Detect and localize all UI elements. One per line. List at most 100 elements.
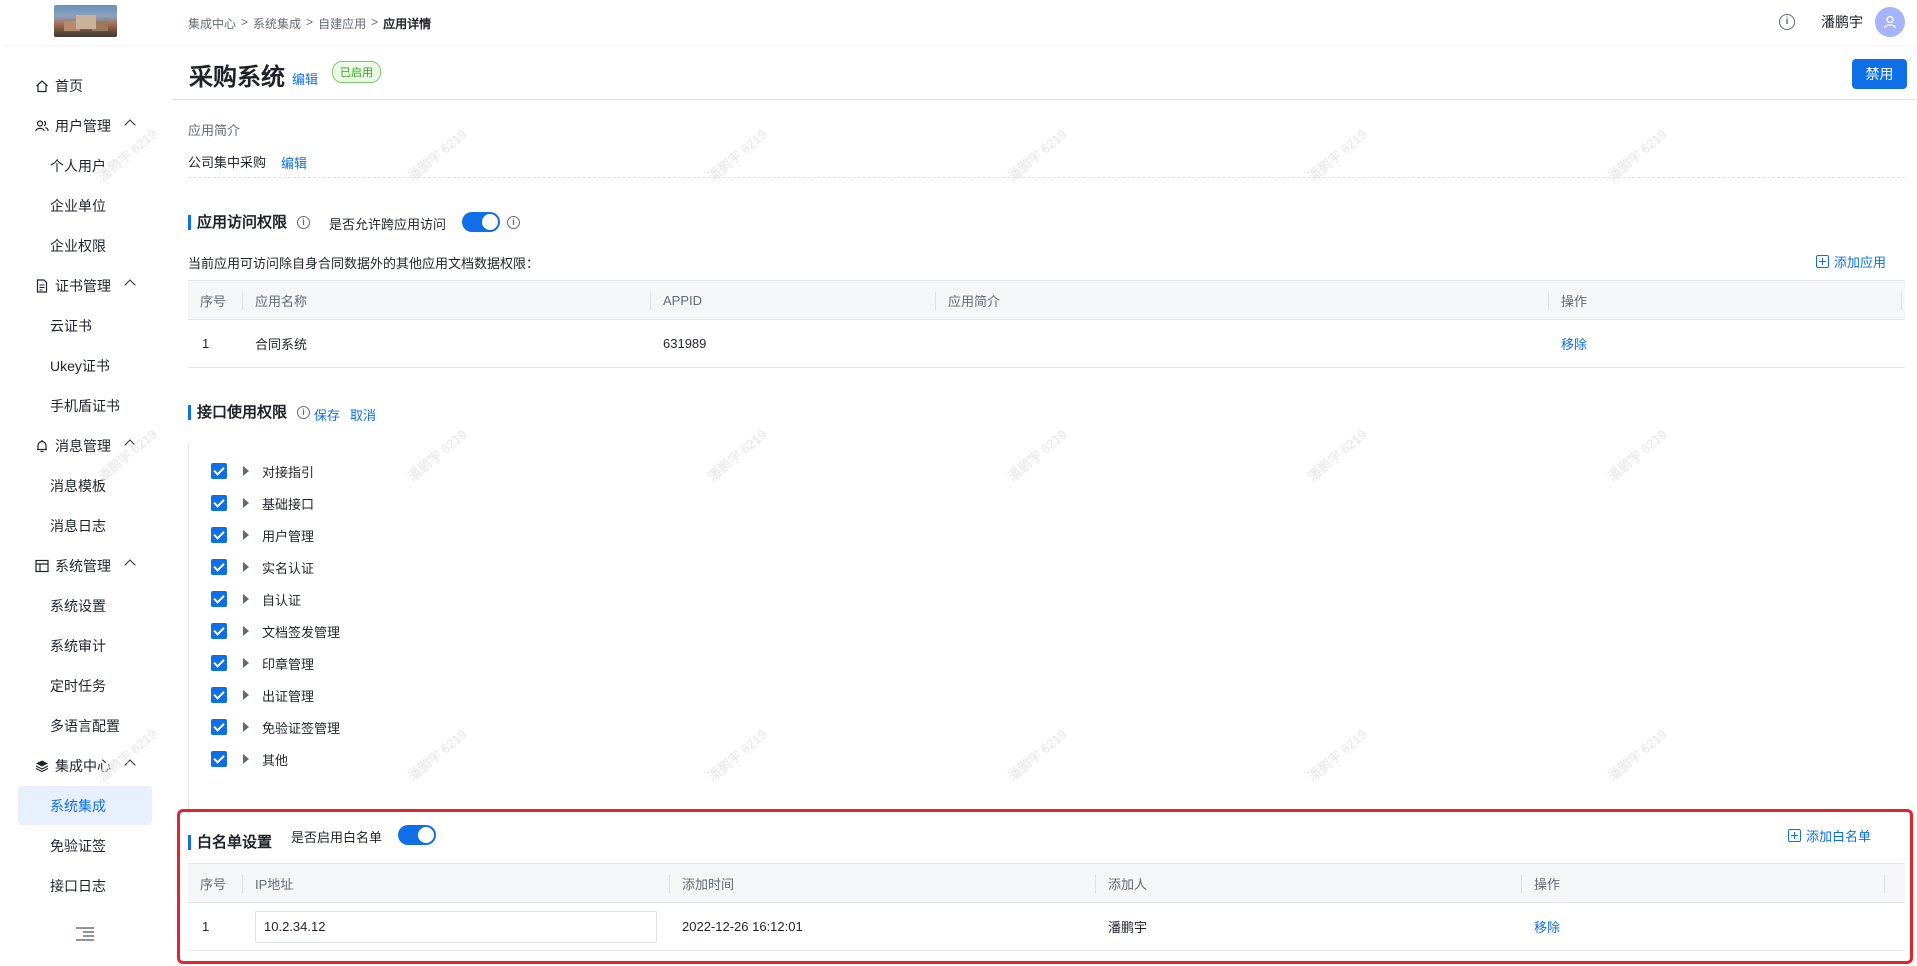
ip-address-input[interactable] [255,910,657,943]
sidebar-item-enterprise-permissions[interactable]: 企业权限 [18,226,152,265]
caret-right-icon[interactable] [243,690,249,700]
checkbox[interactable] [211,751,227,767]
caret-right-icon[interactable] [243,658,249,668]
checkbox[interactable] [211,463,227,479]
cancel-link[interactable]: 取消 [350,405,376,424]
permission-tree-item[interactable]: 印章管理 [211,653,314,673]
table-header: 序号 应用名称 APPID 应用简介 操作 [188,280,1905,320]
column-header-no: 序号 [200,293,227,309]
checkbox[interactable] [211,719,227,735]
remove-app-link[interactable]: 移除 [1561,320,1587,367]
sidebar-item-system-integration[interactable]: 系统集成 [18,786,152,825]
avatar[interactable] [1875,7,1905,37]
info-icon[interactable]: i [297,406,310,419]
info-icon[interactable]: i [507,216,520,229]
sidebar-item-cloud-cert[interactable]: 云证书 [18,306,152,345]
caret-right-icon[interactable] [243,562,249,572]
sidebar-item-label: 免验证签 [50,837,106,854]
sidebar-item-ukey-cert[interactable]: Ukey证书 [18,346,152,385]
breadcrumb-system-integration[interactable]: 系统集成 [253,15,301,32]
breadcrumb-self-built-apps[interactable]: 自建应用 [318,15,366,32]
company-logo[interactable] [54,5,117,37]
home-icon [35,79,49,93]
cross-app-toggle-label: 是否允许跨应用访问 [329,217,447,232]
sidebar-item-home[interactable]: 首页 [18,66,152,105]
section-title-whitelist: 白名单设置 [188,835,272,850]
remove-whitelist-link[interactable]: 移除 [1534,903,1560,950]
sidebar-item-message-logs[interactable]: 消息日志 [18,506,152,545]
breadcrumb-integration-center[interactable]: 集成中心 [188,15,236,32]
sidebar-group-system-management[interactable]: 系统管理 [18,546,152,585]
checkbox[interactable] [211,655,227,671]
username[interactable]: 潘鹏宇 [1821,12,1863,32]
section-title-text: 白名单设置 [197,834,273,851]
permission-tree-item[interactable]: 自认证 [211,589,301,609]
permission-tree-item[interactable]: 用户管理 [211,525,314,545]
permission-tree-item[interactable]: 其他 [211,749,288,769]
permission-tree-item[interactable]: 出证管理 [211,685,314,705]
checkbox[interactable] [211,623,227,639]
column-divider [1548,292,1549,310]
permission-tree-item[interactable]: 免验证签管理 [211,717,340,737]
caret-right-icon[interactable] [243,754,249,764]
edit-title-link[interactable]: 编辑 [292,69,318,88]
permission-tree-item[interactable]: 基础接口 [211,493,314,513]
cross-app-access-toggle[interactable] [462,212,500,232]
sidebar-item-verification-free-sign[interactable]: 免验证签 [18,826,152,865]
sidebar-group-message-management[interactable]: 消息管理 [18,426,152,465]
checkbox[interactable] [211,527,227,543]
watermark: 潘鹏宇 6219 [705,726,770,785]
column-divider [650,292,651,310]
sidebar-item-label: 系统集成 [50,797,106,814]
collapse-sidebar-icon[interactable] [76,927,94,941]
caret-right-icon[interactable] [243,594,249,604]
sidebar-group-certificate-management[interactable]: 证书管理 [18,266,152,305]
sidebar-group-user-management[interactable]: 用户管理 [18,106,152,145]
users-icon [35,119,49,133]
watermark: 潘鹏宇 6219 [1605,426,1670,485]
sidebar-item-system-settings[interactable]: 系统设置 [18,586,152,625]
sidebar: 首页 用户管理 个人用户 企业单位 企业权限 证书管理 云证书 Ukey证书 手… [0,45,171,966]
info-icon[interactable]: i [1779,14,1795,30]
caret-right-icon[interactable] [243,466,249,476]
sidebar-item-personal-users[interactable]: 个人用户 [18,146,152,185]
edit-intro-link[interactable]: 编辑 [281,153,307,172]
status-badge: 已启用 [332,61,381,83]
whitelist-toggle[interactable] [398,825,436,845]
sidebar-item-message-templates[interactable]: 消息模板 [18,466,152,505]
save-link[interactable]: 保存 [314,405,340,424]
caret-right-icon[interactable] [243,498,249,508]
info-icon[interactable]: i [297,216,310,229]
column-divider [1521,875,1522,893]
sidebar-item-mobile-shield-cert[interactable]: 手机盾证书 [18,386,152,425]
checkbox[interactable] [211,687,227,703]
disable-button[interactable]: 禁用 [1852,59,1907,89]
column-header-app-intro: 应用简介 [948,293,1001,309]
column-divider [242,875,243,893]
sidebar-item-api-logs[interactable]: 接口日志 [18,866,152,905]
add-app-button[interactable]: 添加应用 [1816,252,1886,271]
permission-tree-item[interactable]: 对接指引 [211,461,314,481]
plus-square-icon [1788,829,1801,842]
permission-tree-item[interactable]: 文档签发管理 [211,621,340,641]
section-title-text: 应用访问权限 [197,214,288,231]
checkbox[interactable] [211,559,227,575]
permission-label: 其他 [262,752,289,768]
permission-label: 对接指引 [262,464,315,480]
watermark: 潘鹏宇 6219 [1005,126,1070,185]
permission-tree-item[interactable]: 实名认证 [211,557,314,577]
caret-right-icon[interactable] [243,530,249,540]
permission-label: 自认证 [262,592,302,608]
sidebar-group-integration-center[interactable]: 集成中心 [18,746,152,785]
caret-right-icon[interactable] [243,722,249,732]
caret-right-icon[interactable] [243,626,249,636]
watermark: 潘鹏宇 6219 [1305,426,1370,485]
sidebar-item-scheduled-tasks[interactable]: 定时任务 [18,666,152,705]
sidebar-item-multilanguage[interactable]: 多语言配置 [18,706,152,745]
add-whitelist-button[interactable]: 添加白名单 [1788,826,1871,845]
checkbox[interactable] [211,495,227,511]
sidebar-item-system-audit[interactable]: 系统审计 [18,626,152,665]
sidebar-item-enterprise-units[interactable]: 企业单位 [18,186,152,225]
breadcrumb-current: 应用详情 [383,17,432,31]
checkbox[interactable] [211,591,227,607]
